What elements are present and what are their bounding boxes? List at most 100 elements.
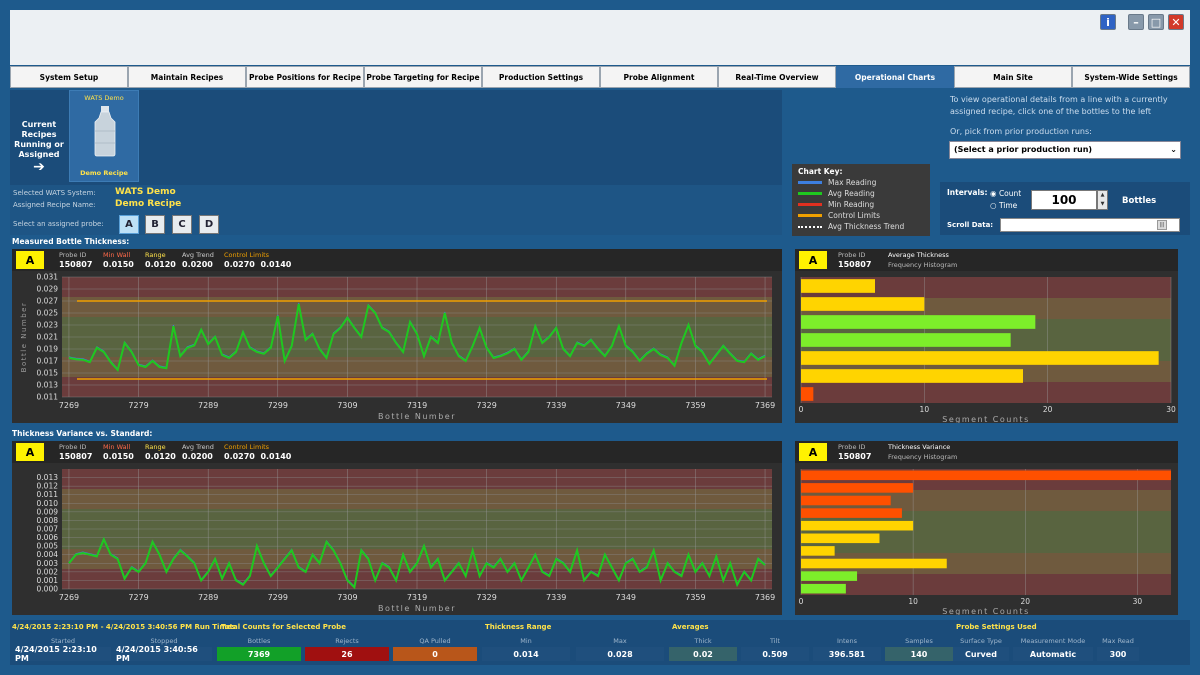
- range-value: 0.0120: [145, 452, 176, 461]
- interval-count-input[interactable]: 100: [1031, 190, 1097, 210]
- x-tick-label: 7279: [128, 593, 148, 602]
- x-tick-label: 7349: [616, 593, 636, 602]
- variance-histogram: 0 10 20 30 Segment Counts: [795, 463, 1178, 615]
- tab-real-time-overview[interactable]: Real-Time Overview: [718, 66, 836, 88]
- tab-maintain-recipes[interactable]: Maintain Recipes: [128, 66, 246, 88]
- radio-count[interactable]: ◉ Count: [990, 189, 1021, 198]
- y-tick-label: 0.005: [37, 542, 59, 551]
- thick-value: 0.02: [669, 647, 737, 661]
- qa-pulled-value: 0: [393, 647, 477, 661]
- bottles-label: Bottles: [1122, 196, 1157, 206]
- radio-time[interactable]: ○ Time: [990, 201, 1017, 210]
- rejects-value: 26: [305, 647, 389, 661]
- recipe-value: Demo Recipe: [115, 199, 182, 209]
- prior-run-select-value: (Select a prior production run): [954, 145, 1093, 154]
- maximize-icon[interactable]: □: [1148, 14, 1164, 30]
- avg-trend-value: 0.0200: [182, 452, 213, 461]
- radio-time-label: Time: [998, 201, 1018, 210]
- probe-badge: A: [16, 443, 44, 461]
- close-icon[interactable]: ✕: [1168, 14, 1184, 30]
- run-times-title: 4/24/2015 2:23:10 PM - 4/24/2015 3:40:56…: [12, 623, 236, 631]
- recipe-card-recipe: Demo Recipe: [80, 169, 128, 177]
- surface-type-value: Curved: [953, 647, 1009, 661]
- probe-badge: A: [799, 251, 827, 269]
- scroll-thumb[interactable]: |||: [1157, 220, 1167, 230]
- x-axis-label: Bottle Number: [378, 604, 456, 613]
- thickness-section-title: Measured Bottle Thickness:: [12, 237, 130, 246]
- interval-stepper[interactable]: ▲ ▼: [1097, 190, 1108, 210]
- title-bar: i – □ ✕: [10, 10, 1190, 65]
- histogram-bar: [801, 520, 914, 531]
- x-tick-label: 7299: [268, 593, 288, 602]
- range-min-label: Min: [520, 637, 532, 645]
- tilt-label: Tilt: [770, 637, 780, 645]
- x-axis-label: Bottle Number: [378, 412, 456, 421]
- y-tick-label: 0.011: [37, 490, 59, 499]
- y-tick-label: 0.011: [37, 393, 59, 402]
- started-value: 4/24/2015 2:23:10 PM: [15, 645, 111, 663]
- x-tick-label: 7289: [198, 401, 218, 410]
- x-tick-label: 7339: [546, 401, 566, 410]
- y-tick-label: 0.019: [37, 345, 59, 354]
- range-min-value: 0.014: [482, 647, 570, 661]
- probe-button-d[interactable]: D: [199, 215, 219, 234]
- bottles-count-value: 7369: [217, 647, 301, 661]
- control-low-value: 0.0270: [224, 260, 255, 269]
- probe-button-c[interactable]: C: [172, 215, 192, 234]
- hist2-title-cell: Thickness Variance Frequency Histogram: [888, 443, 957, 461]
- x-tick-label: 7319: [407, 401, 427, 410]
- histogram-bar: [801, 571, 858, 581]
- probe-badge: A: [16, 251, 44, 269]
- histogram-bar: [801, 387, 814, 401]
- scroll-data-scrollbar[interactable]: |||: [1000, 218, 1180, 232]
- scroll-data-label: Scroll Data:: [947, 221, 994, 229]
- minimize-icon[interactable]: –: [1128, 14, 1144, 30]
- min-wall-cell: Min Wall 0.0150: [103, 251, 134, 269]
- y-tick-label: 0.015: [37, 369, 59, 378]
- control-limits-cell: Control Limits 0.0270 0.0140: [224, 251, 291, 269]
- x-tick-label: 0: [799, 597, 804, 606]
- y-tick-label: 0.012: [37, 482, 59, 491]
- tab-probe-positions[interactable]: Probe Positions for Recipe: [246, 66, 364, 88]
- y-tick-label: 0.009: [37, 507, 59, 516]
- measurement-mode-label: Measurement Mode: [1020, 637, 1086, 645]
- probe-button-b[interactable]: B: [145, 215, 165, 234]
- thickness-histogram: 0 10 20 30 Segment Counts: [795, 271, 1178, 423]
- thickness-chart-panel: A Probe ID 150807 Min Wall 0.0150 Range 0.0…: [12, 249, 782, 423]
- x-tick-label: 7309: [337, 401, 357, 410]
- key-trend-label: Avg Thickness Trend: [828, 222, 905, 231]
- probe-select-label: Select an assigned probe:: [13, 220, 104, 228]
- recipe-card-system: WATS Demo: [84, 94, 124, 102]
- thickness-histogram-header: A Probe ID 150807 Average Thickness Freque…: [795, 249, 1178, 271]
- histogram-bar: [801, 351, 1159, 365]
- tab-production-settings[interactable]: Production Settings: [482, 66, 600, 88]
- x-axis-label: Segment Counts: [942, 607, 1029, 615]
- recipe-bottle-card[interactable]: WATS Demo Demo Recipe: [69, 90, 139, 182]
- y-tick-label: 0.023: [37, 321, 59, 330]
- histogram-bar: [801, 369, 1023, 383]
- radio-empty-icon: ○: [990, 201, 999, 210]
- histogram-bar: [801, 495, 891, 506]
- tab-system-wide-settings[interactable]: System-Wide Settings: [1072, 66, 1190, 88]
- tab-operational-charts[interactable]: Operational Charts: [836, 66, 954, 88]
- tab-system-setup[interactable]: System Setup: [10, 66, 128, 88]
- y-tick-label: 0.027: [37, 297, 59, 306]
- hist1-title-cell: Average Thickness Frequency Histogram: [888, 251, 957, 269]
- variance-histogram-header: A Probe ID 150807 Thickness Variance Frequ…: [795, 441, 1178, 463]
- stopped-label: Stopped: [150, 637, 178, 645]
- hist1-subtitle: Frequency Histogram: [888, 261, 958, 269]
- y-tick-label: 0.031: [37, 273, 59, 282]
- key-control-label: Control Limits: [828, 211, 880, 220]
- counts-title: Total Counts for Selected Probe: [221, 623, 346, 631]
- avg-trend-cell: Avg Trend 0.0200: [182, 251, 214, 269]
- key-max-label: Max Reading: [828, 178, 877, 187]
- info-icon[interactable]: i: [1100, 14, 1116, 30]
- range-label: Range: [145, 251, 166, 259]
- probe-button-a[interactable]: A: [119, 215, 139, 234]
- avg-trend-label: Avg Trend: [182, 251, 214, 259]
- tab-main-site[interactable]: Main Site: [954, 66, 1072, 88]
- tab-probe-alignment[interactable]: Probe Alignment: [600, 66, 718, 88]
- range-cell: Range 0.0120: [145, 443, 176, 461]
- tab-probe-targeting[interactable]: Probe Targeting for Recipe: [364, 66, 482, 88]
- prior-run-select[interactable]: (Select a prior production run) ⌄: [949, 141, 1181, 159]
